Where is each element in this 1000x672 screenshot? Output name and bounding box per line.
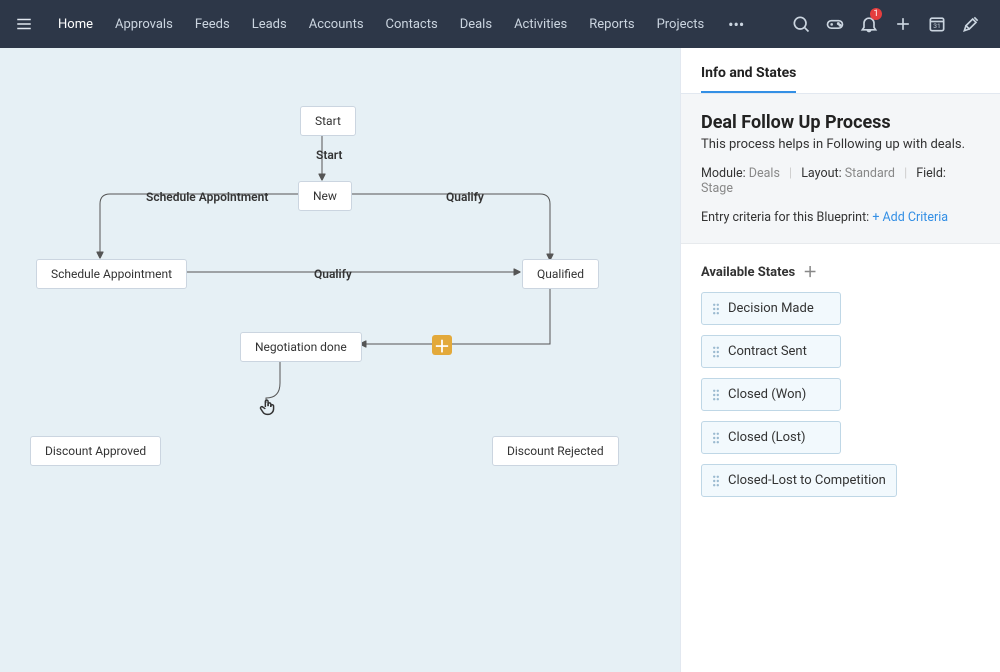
state-chip[interactable]: Decision Made [701, 292, 841, 325]
state-chip-label: Decision Made [728, 301, 814, 316]
sidebar-tabs: Info and States [681, 48, 1000, 94]
available-states: Available States ＋ Decision Made Contrac… [681, 244, 1000, 525]
notif-badge: 1 [870, 8, 882, 20]
nav-tabs: Home Approvals Feeds Leads Accounts Cont… [48, 0, 714, 48]
svg-text:31: 31 [933, 22, 940, 30]
grip-icon [712, 475, 720, 487]
nav-tab-projects[interactable]: Projects [647, 0, 715, 48]
nav-tab-reports[interactable]: Reports [579, 0, 644, 48]
state-node-discount-rejected[interactable]: Discount Rejected [492, 436, 619, 466]
state-node-schedule-appointment[interactable]: Schedule Appointment [36, 259, 187, 289]
available-states-label: Available States [701, 265, 795, 280]
state-node-qualified[interactable]: Qualified [522, 259, 599, 289]
state-chip[interactable]: Contract Sent [701, 335, 841, 368]
add-criteria-link[interactable]: + Add Criteria [872, 210, 948, 225]
state-node-negotiation-done[interactable]: Negotiation done [240, 332, 362, 362]
state-node-start[interactable]: Start [300, 106, 356, 136]
blueprint-title: Deal Follow Up Process [701, 112, 980, 133]
grip-icon [712, 346, 720, 358]
pointer-cursor-icon [258, 396, 280, 418]
plus-icon[interactable] [886, 0, 920, 48]
transition-start[interactable]: Start [300, 144, 358, 166]
state-chip-label: Contract Sent [728, 344, 807, 359]
state-chip[interactable]: Closed (Won) [701, 378, 841, 411]
state-node-new[interactable]: New [298, 181, 352, 211]
notifications-icon[interactable]: 1 [852, 0, 886, 48]
sidebar-tab-info-states[interactable]: Info and States [701, 65, 796, 93]
top-nav: Home Approvals Feeds Leads Accounts Cont… [0, 0, 1000, 48]
nav-more-icon[interactable]: ••• [722, 15, 750, 34]
tools-icon[interactable] [954, 0, 988, 48]
nav-tab-activities[interactable]: Activities [504, 0, 577, 48]
state-node-discount-approved[interactable]: Discount Approved [30, 436, 161, 466]
transition-qualify-1[interactable]: Qualify [430, 186, 500, 208]
nav-tab-approvals[interactable]: Approvals [105, 0, 183, 48]
grip-icon [712, 389, 720, 401]
state-chip[interactable]: Closed-Lost to Competition [701, 464, 897, 497]
blueprint-sidebar: Info and States Deal Follow Up Process T… [680, 48, 1000, 672]
grip-icon [712, 303, 720, 315]
calendar-icon[interactable]: 31 [920, 0, 954, 48]
entry-criteria-row: Entry criteria for this Blueprint: + Add… [701, 210, 980, 225]
blueprint-canvas[interactable]: Start Start New Schedule Appointment Qua… [0, 48, 680, 672]
hamburger-icon[interactable] [12, 12, 36, 36]
blueprint-meta: Module: Deals | Layout: Standard | Field… [701, 166, 980, 196]
nav-tab-home[interactable]: Home [48, 0, 103, 48]
nav-tab-contacts[interactable]: Contacts [376, 0, 448, 48]
transition-schedule-appointment[interactable]: Schedule Appointment [130, 186, 284, 208]
nav-tab-feeds[interactable]: Feeds [185, 0, 240, 48]
add-transition-icon[interactable]: ＋ [432, 335, 452, 355]
blueprint-description: This process helps in Following up with … [701, 137, 980, 152]
nav-tab-leads[interactable]: Leads [242, 0, 297, 48]
games-icon[interactable] [818, 0, 852, 48]
state-chip-label: Closed-Lost to Competition [728, 473, 886, 488]
blueprint-info: Deal Follow Up Process This process help… [681, 94, 1000, 244]
nav-tab-deals[interactable]: Deals [450, 0, 502, 48]
search-icon[interactable] [784, 0, 818, 48]
state-chip-label: Closed (Lost) [728, 430, 806, 445]
transition-qualify-2[interactable]: Qualify [298, 263, 368, 285]
state-chip-label: Closed (Won) [728, 387, 806, 402]
nav-tab-accounts[interactable]: Accounts [299, 0, 374, 48]
grip-icon [712, 432, 720, 444]
state-chip[interactable]: Closed (Lost) [701, 421, 841, 454]
add-state-icon[interactable]: ＋ [803, 262, 817, 282]
